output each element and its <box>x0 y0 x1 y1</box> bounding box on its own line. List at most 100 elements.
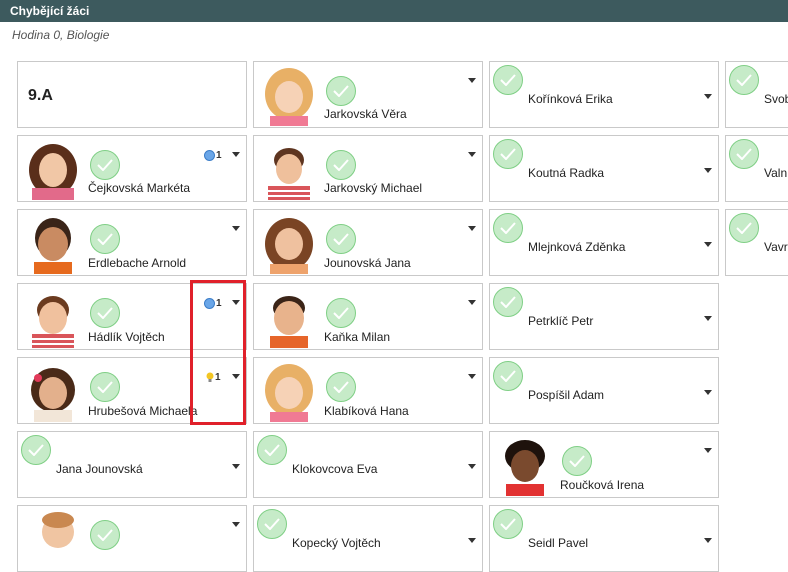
student-name: Svob <box>764 92 788 106</box>
student-card[interactable]: Klokovcova Eva <box>253 431 483 498</box>
present-check-icon[interactable] <box>257 509 287 539</box>
dropdown-caret-icon[interactable] <box>704 316 712 321</box>
present-check-icon[interactable] <box>21 435 51 465</box>
dropdown-caret-icon[interactable] <box>232 522 240 527</box>
student-photo <box>22 362 84 422</box>
student-card[interactable]: Mlejnková Zděnka <box>489 209 719 276</box>
student-card[interactable]: Jounovská Jana <box>253 209 483 276</box>
present-check-icon[interactable] <box>90 298 120 328</box>
present-check-icon[interactable] <box>493 509 523 539</box>
present-check-icon[interactable] <box>493 139 523 169</box>
info-icon <box>204 150 215 161</box>
student-name: Seidl Pavel <box>528 536 589 550</box>
dropdown-caret-icon[interactable] <box>232 464 240 469</box>
class-label: 9.A <box>28 87 53 104</box>
student-photo <box>22 140 84 200</box>
student-card[interactable]: Kaňka Milan <box>253 283 483 350</box>
dropdown-caret-icon[interactable] <box>704 168 712 173</box>
lesson-subtitle: Hodina 0, Biologie <box>12 28 110 42</box>
present-check-icon[interactable] <box>729 213 759 243</box>
present-check-icon[interactable] <box>562 446 592 476</box>
student-card[interactable]: Jarkovská Věra <box>253 61 483 128</box>
present-check-icon[interactable] <box>326 298 356 328</box>
student-name: Hrubešová Michaela <box>88 404 198 418</box>
student-name: Mlejnková Zděnka <box>528 240 626 254</box>
dropdown-caret-icon[interactable] <box>704 448 712 453</box>
student-name: Jarkovská Věra <box>324 107 407 121</box>
dropdown-caret-icon[interactable] <box>704 242 712 247</box>
student-card[interactable] <box>17 505 247 572</box>
student-name: Kořínková Erika <box>528 92 613 106</box>
student-name: Pospíšil Adam <box>528 388 605 402</box>
dropdown-caret-icon[interactable] <box>468 464 476 469</box>
student-name: Jana Jounovská <box>56 462 143 476</box>
student-photo <box>258 362 320 422</box>
student-name: Petrklíč Petr <box>528 314 594 328</box>
class-header-card: 9.A <box>17 61 247 128</box>
present-check-icon[interactable] <box>326 150 356 180</box>
student-name: Roučková Irena <box>560 478 645 492</box>
student-card[interactable]: Svob <box>725 61 788 128</box>
present-check-icon[interactable] <box>729 65 759 95</box>
student-name: Jarkovský Michael <box>324 181 423 195</box>
present-check-icon[interactable] <box>90 372 120 402</box>
present-check-icon[interactable] <box>493 65 523 95</box>
student-name: Čejkovská Markéta <box>88 181 191 195</box>
present-check-icon[interactable] <box>90 224 120 254</box>
student-photo <box>22 510 84 570</box>
student-name: Vavr <box>764 240 788 254</box>
student-name: Kaňka Milan <box>324 330 391 344</box>
student-photo <box>258 214 320 274</box>
present-check-icon[interactable] <box>326 76 356 106</box>
present-check-icon[interactable] <box>90 520 120 550</box>
student-name: Klokovcova Eva <box>292 462 378 476</box>
student-card[interactable]: Erdlebache Arnold <box>17 209 247 276</box>
student-photo <box>494 436 556 496</box>
dropdown-caret-icon[interactable] <box>232 152 240 157</box>
student-name: Klabíková Hana <box>324 404 409 418</box>
present-check-icon[interactable] <box>326 372 356 402</box>
highlight-box <box>190 280 246 425</box>
student-name: Jounovská Jana <box>324 256 411 270</box>
present-check-icon[interactable] <box>493 361 523 391</box>
dropdown-caret-icon[interactable] <box>232 226 240 231</box>
student-name: Hádlík Vojtěch <box>88 330 165 344</box>
dropdown-caret-icon[interactable] <box>468 538 476 543</box>
dropdown-caret-icon[interactable] <box>468 300 476 305</box>
badge-count: 1 <box>216 150 222 161</box>
dropdown-caret-icon[interactable] <box>468 226 476 231</box>
student-name: Valn <box>764 166 788 180</box>
student-card[interactable]: Valn <box>725 135 788 202</box>
present-check-icon[interactable] <box>326 224 356 254</box>
present-check-icon[interactable] <box>729 139 759 169</box>
student-card[interactable]: Jarkovský Michael <box>253 135 483 202</box>
student-photo <box>258 288 320 348</box>
student-card[interactable]: Kopecký Vojtěch <box>253 505 483 572</box>
window-title: Chybějící žáci <box>0 0 788 22</box>
note-badge[interactable]: 1 <box>204 150 222 161</box>
dropdown-caret-icon[interactable] <box>468 78 476 83</box>
student-card[interactable]: Čejkovská Markéta 1 <box>17 135 247 202</box>
student-card[interactable]: Kořínková Erika <box>489 61 719 128</box>
student-card[interactable]: Jana Jounovská <box>17 431 247 498</box>
present-check-icon[interactable] <box>493 287 523 317</box>
present-check-icon[interactable] <box>90 150 120 180</box>
dropdown-caret-icon[interactable] <box>704 390 712 395</box>
student-name: Koutná Radka <box>528 166 605 180</box>
student-photo <box>22 288 84 348</box>
present-check-icon[interactable] <box>493 213 523 243</box>
student-card[interactable]: Petrklíč Petr <box>489 283 719 350</box>
student-card[interactable]: Koutná Radka <box>489 135 719 202</box>
student-card[interactable]: Pospíšil Adam <box>489 357 719 424</box>
student-card[interactable]: Vavr <box>725 209 788 276</box>
dropdown-caret-icon[interactable] <box>704 94 712 99</box>
student-card[interactable]: Roučková Irena <box>489 431 719 498</box>
student-card[interactable]: Seidl Pavel <box>489 505 719 572</box>
present-check-icon[interactable] <box>257 435 287 465</box>
student-card[interactable]: Klabíková Hana <box>253 357 483 424</box>
student-photo <box>258 66 320 126</box>
dropdown-caret-icon[interactable] <box>704 538 712 543</box>
student-name: Erdlebache Arnold <box>88 256 187 270</box>
dropdown-caret-icon[interactable] <box>468 152 476 157</box>
dropdown-caret-icon[interactable] <box>468 374 476 379</box>
